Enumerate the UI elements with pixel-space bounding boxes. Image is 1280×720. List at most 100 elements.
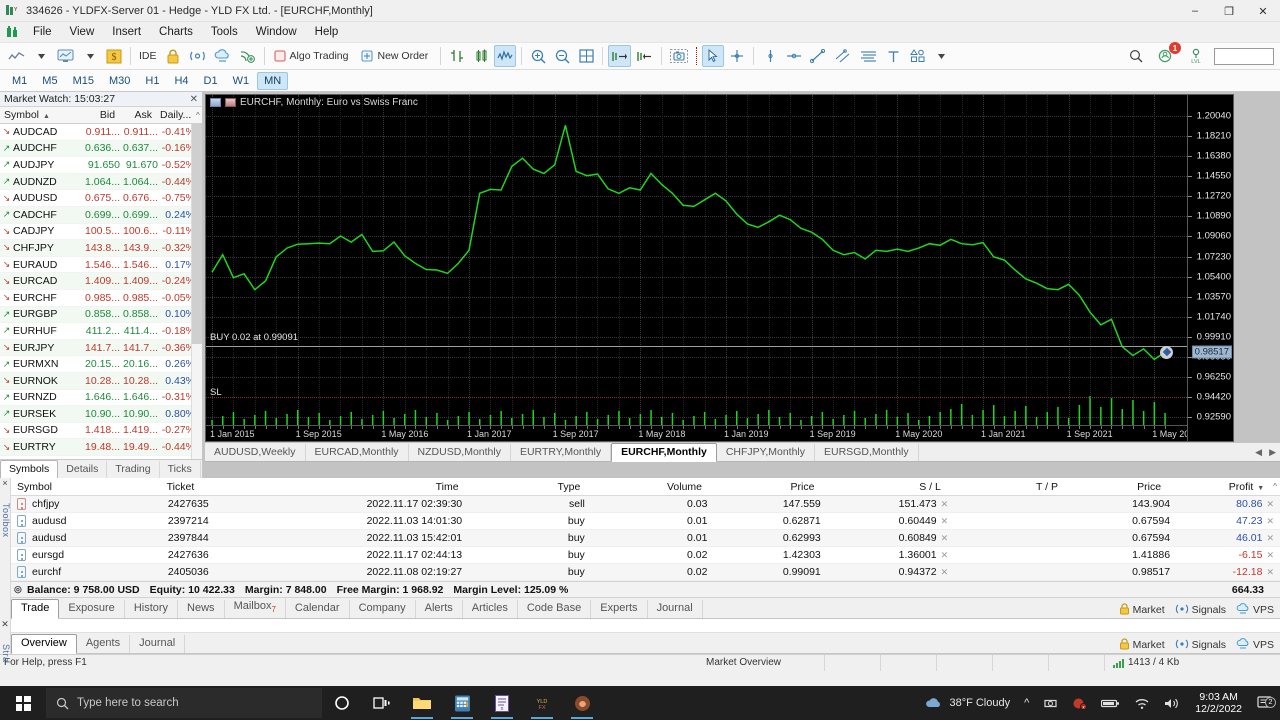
toolbar-search-input[interactable] (1214, 47, 1274, 65)
notepad-icon[interactable]: n (482, 686, 522, 720)
taskbar-search-box[interactable]: Type here to search (46, 688, 322, 718)
menu-item-window[interactable]: Window (247, 24, 306, 40)
timeframe-d1[interactable]: D1 (197, 72, 225, 90)
market-watch-row[interactable]: ↘ EURSGD 1.418... 1.419... -0.27% (0, 423, 202, 440)
minimize-button[interactable]: – (1178, 0, 1212, 22)
market-watch-scroll-thumb[interactable] (192, 124, 202, 344)
menu-item-view[interactable]: View (61, 24, 104, 40)
clear-sl-icon[interactable]: ✕ (941, 567, 949, 577)
chart-tabs-prev-icon[interactable]: ◀ (1255, 447, 1262, 458)
balance-expand-icon[interactable]: ◎ (14, 584, 22, 595)
close-position-icon[interactable]: ✕ (1266, 499, 1274, 509)
market-watch-row[interactable]: ↘ CADJPY 100.5... 100.6... -0.11% (0, 224, 202, 241)
chart-shift-icon[interactable] (608, 45, 632, 67)
shapes-icon[interactable] (906, 45, 928, 67)
th-ticket[interactable]: Ticket (161, 481, 320, 493)
horizontal-line-icon[interactable] (783, 45, 805, 67)
stop-loss-line[interactable] (206, 397, 1187, 399)
mw-tab-symbols[interactable]: Symbols (0, 460, 59, 479)
maximize-button[interactable]: ❐ (1212, 0, 1246, 22)
fibonacci-icon[interactable] (857, 45, 880, 67)
tester-signals-link[interactable]: Signals (1175, 639, 1226, 651)
timeframe-m5[interactable]: M5 (35, 72, 64, 90)
clear-sl-icon[interactable]: ✕ (941, 516, 949, 526)
mw-tab-trading[interactable]: Trading (107, 461, 160, 478)
profiles-dropdown-icon[interactable] (79, 45, 101, 67)
currency-icon[interactable]: $ (103, 45, 125, 67)
chart-tab-eursgd-monthly[interactable]: EURSGD,Monthly (815, 444, 919, 461)
candlestick-chart-icon[interactable] (470, 45, 492, 67)
chart-tab-audusd-weekly[interactable]: AUDUSD,Weekly (205, 444, 306, 461)
close-position-icon[interactable]: ✕ (1266, 567, 1274, 577)
table-row[interactable]: chfjpy 2427635 2022.11.17 02:39:30 sell 0.03… (11, 496, 1280, 513)
security-alert-icon[interactable]: x (1065, 697, 1094, 710)
th-profit[interactable]: Profit ▼ (1167, 481, 1270, 493)
signals-icon[interactable] (186, 45, 209, 67)
wifi-icon[interactable] (1127, 697, 1157, 710)
cursor-icon[interactable] (702, 45, 725, 67)
chart-tabs-next-icon[interactable]: ▶ (1269, 447, 1276, 458)
shapes-dropdown-icon[interactable] (930, 45, 952, 67)
menu-item-help[interactable]: Help (306, 24, 348, 40)
buy-order-line[interactable] (206, 345, 1187, 347)
trendline-icon[interactable] (807, 45, 829, 67)
market-watch-row[interactable]: ↘ EURNOK 10.28... 10.28... 0.43% (0, 372, 202, 390)
line-chart-icon[interactable] (494, 45, 517, 67)
start-button[interactable] (0, 686, 46, 720)
close-position-icon[interactable]: ✕ (1266, 516, 1274, 526)
th-sl[interactable]: S / L (820, 481, 946, 493)
th-time[interactable]: Time (320, 481, 465, 493)
taskbar-clock[interactable]: 9:03 AM 12/2/2022 (1187, 691, 1250, 715)
timeframe-h4[interactable]: H4 (167, 72, 195, 90)
price-chart[interactable]: EURCHF, Monthly: Euro vs Swiss Franc BUY… (205, 94, 1234, 442)
market-watch-row[interactable]: ↗ EURSEK 10.90... 10.90... 0.80% (0, 406, 202, 423)
vps-cloud-icon[interactable] (211, 45, 234, 67)
toolbox-tab-trade[interactable]: Trade (11, 599, 60, 619)
toolbox-tab-history[interactable]: History (125, 600, 179, 618)
current-price-marker[interactable] (1160, 345, 1173, 359)
weather-widget[interactable]: 38°F Cloudy (917, 696, 1017, 710)
market-link[interactable]: Market (1119, 603, 1165, 616)
toolbox-tab-calendar[interactable]: Calendar (286, 600, 350, 618)
vertical-line-icon[interactable] (759, 45, 781, 67)
clear-sl-icon[interactable]: ✕ (941, 533, 949, 543)
tray-expand-icon[interactable]: ^ (1017, 697, 1036, 709)
chart-tab-nzdusd-monthly[interactable]: NZDUSD,Monthly (409, 444, 511, 461)
chart-tab-chfjpy-monthly[interactable]: CHFJPY,Monthly (717, 444, 816, 461)
add-signal-icon[interactable] (236, 45, 259, 67)
timeframe-m1[interactable]: M1 (5, 72, 34, 90)
market-watch-row[interactable]: ↗ AUDCHF 0.636... 0.637... -0.16% (0, 140, 202, 158)
column-header-ask[interactable]: Ask (119, 109, 156, 121)
clear-sl-icon[interactable]: ✕ (941, 550, 949, 560)
menu-item-charts[interactable]: Charts (150, 24, 202, 40)
timeframe-m30[interactable]: M30 (102, 72, 137, 90)
column-header-bid[interactable]: Bid (82, 109, 119, 121)
market-watch-row[interactable]: ↗ EURHUF 411.2... 411.4... -0.18% (0, 323, 202, 340)
th-price[interactable]: Price (708, 481, 820, 493)
new-order-button[interactable]: New Order (357, 45, 435, 67)
toolbox-tab-mailbox[interactable]: Mailbox7 (225, 597, 286, 618)
market-watch-row[interactable]: ↗ AUDNZD 1.064... 1.064... -0.44% (0, 173, 202, 191)
onedrive-icon[interactable] (1036, 697, 1065, 710)
search-icon[interactable] (1125, 45, 1147, 67)
zoom-out-icon[interactable] (551, 45, 573, 67)
notification-center-icon[interactable]: 2 (1250, 696, 1280, 710)
tester-market-link[interactable]: Market (1119, 638, 1165, 651)
toolbox-tab-alerts[interactable]: Alerts (416, 600, 463, 618)
bar-chart-icon[interactable] (446, 45, 468, 67)
tester-close-icon[interactable]: ✕ (0, 619, 10, 630)
tester-tab-agents[interactable]: Agents (77, 635, 131, 653)
market-watch-scrollbar[interactable] (191, 124, 202, 459)
toolbox-tab-company[interactable]: Company (350, 600, 416, 618)
chart-tab-eurtry-monthly[interactable]: EURTRY,Monthly (511, 444, 612, 461)
chart-time-axis[interactable]: 1 Jan 2015 1 Sep 2015 1 May 2016 1 Jan 2017… (206, 425, 1233, 441)
market-watch-row[interactable]: ↗ EURGBP 0.858... 0.858... 0.10% (0, 306, 202, 324)
tester-tab-journal[interactable]: Journal (130, 635, 186, 653)
market-watch-close-icon[interactable]: ✕ (190, 94, 198, 105)
mw-tab-details[interactable]: Details (58, 461, 108, 478)
table-row[interactable]: eurchf 2405036 2022.11.08 02:19:27 buy 0.02 0… (11, 564, 1280, 581)
toolbox-tab-articles[interactable]: Articles (463, 600, 518, 618)
timeframe-m15[interactable]: M15 (66, 72, 101, 90)
calculator-icon[interactable] (442, 686, 482, 720)
menu-item-insert[interactable]: Insert (103, 24, 150, 40)
